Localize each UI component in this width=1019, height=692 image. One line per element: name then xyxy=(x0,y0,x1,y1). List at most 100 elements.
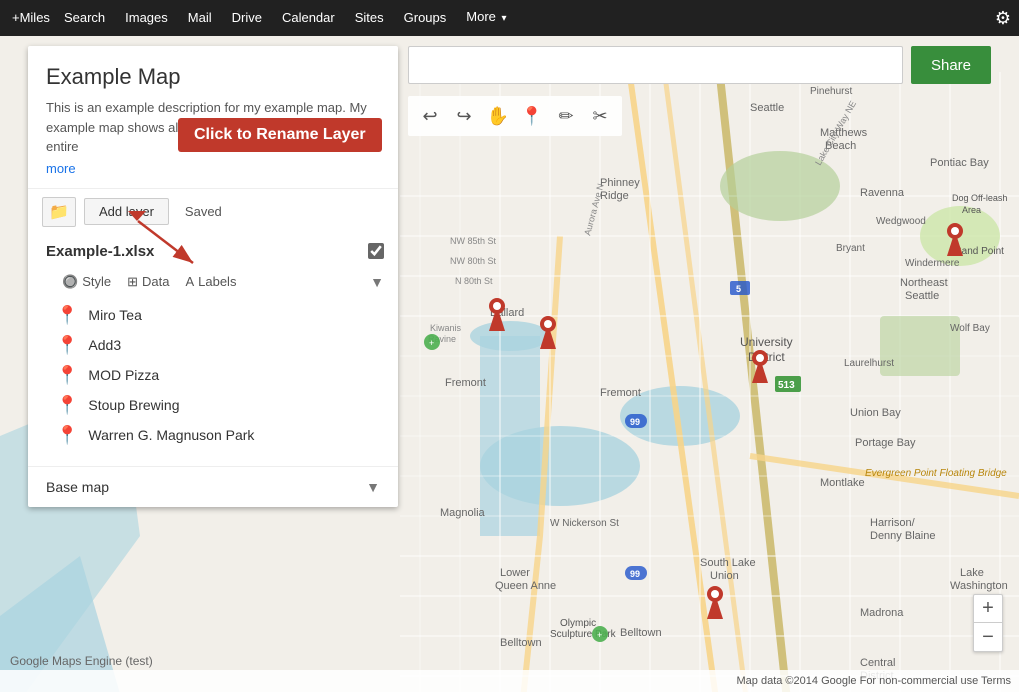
folder-icon: 📁 xyxy=(49,202,69,222)
svg-text:Madrona: Madrona xyxy=(860,607,904,619)
place-name: Stoup Brewing xyxy=(88,397,179,413)
svg-text:Ravenna: Ravenna xyxy=(860,187,905,199)
saved-status: Saved xyxy=(185,204,222,219)
nav-drive[interactable]: Drive xyxy=(222,0,272,36)
rename-tooltip: Click to Rename Layer xyxy=(178,118,382,152)
sidebar-panel: Example Map This is an example descripti… xyxy=(28,46,398,507)
svg-text:+: + xyxy=(429,338,434,348)
svg-text:Pontiac Bay: Pontiac Bay xyxy=(930,157,989,169)
search-input[interactable] xyxy=(408,46,903,84)
draw-tool-button[interactable]: ✏ xyxy=(550,100,582,132)
share-button[interactable]: Share xyxy=(911,46,991,84)
nav-images[interactable]: Images xyxy=(115,0,178,36)
svg-text:Queen Anne: Queen Anne xyxy=(495,580,556,592)
svg-text:Portage Bay: Portage Bay xyxy=(855,437,916,449)
svg-text:Phinney: Phinney xyxy=(600,177,640,189)
svg-text:99: 99 xyxy=(630,569,640,579)
layer-header: Example-1.xlsx Click to Rename Layer xyxy=(28,235,398,268)
bottom-bar: Map data ©2014 Google For non-commercial… xyxy=(0,670,1019,692)
nav-calendar[interactable]: Calendar xyxy=(272,0,345,36)
places-list: 📍 Miro Tea 📍 Add3 📍 MOD Pizza 📍 Stoup Br… xyxy=(28,296,398,454)
svg-text:Kiwanis: Kiwanis xyxy=(430,323,462,333)
svg-text:University: University xyxy=(740,335,793,349)
layer-checkbox[interactable] xyxy=(368,243,384,259)
svg-text:Dog Off-leash: Dog Off-leash xyxy=(952,193,1007,203)
svg-text:N 80th St: N 80th St xyxy=(455,276,493,286)
svg-text:Bryant: Bryant xyxy=(836,243,865,254)
pan-tool-button[interactable]: ✋ xyxy=(482,100,514,132)
layer-toolbar: 📁 Add layer Saved xyxy=(28,188,398,235)
svg-text:Denny Blaine: Denny Blaine xyxy=(870,530,935,542)
svg-text:Belltown: Belltown xyxy=(500,637,542,649)
arrow-pointer-svg xyxy=(138,221,198,271)
marker-tool-button[interactable]: 📍 xyxy=(516,100,548,132)
more-label: More xyxy=(466,9,496,24)
svg-text:513: 513 xyxy=(778,380,795,391)
zoom-in-button[interactable]: + xyxy=(974,595,1002,623)
pin-icon: 📍 xyxy=(56,426,78,444)
place-item-miro-tea[interactable]: 📍 Miro Tea xyxy=(56,300,398,330)
map-area: Ballard University District Phinney Ridg… xyxy=(0,36,1019,692)
nav-groups[interactable]: Groups xyxy=(394,0,457,36)
svg-text:Lower: Lower xyxy=(500,567,530,579)
style-icon: 🔘 xyxy=(62,274,78,290)
tab-labels[interactable]: A Labels xyxy=(179,272,242,291)
place-name: Add3 xyxy=(88,337,121,353)
nav-search[interactable]: Search xyxy=(54,0,115,36)
data-icon: ⊞ xyxy=(127,274,138,290)
svg-text:Pinehurst: Pinehurst xyxy=(810,86,852,97)
gear-icon[interactable]: ⚙ xyxy=(995,8,1011,29)
place-item-add3[interactable]: 📍 Add3 xyxy=(56,330,398,360)
svg-text:Ridge: Ridge xyxy=(600,190,629,202)
cut-tool-button[interactable]: ✂ xyxy=(584,100,616,132)
svg-text:Seattle: Seattle xyxy=(750,102,784,114)
place-item-stoup-brewing[interactable]: 📍 Stoup Brewing xyxy=(56,390,398,420)
svg-text:South Lake: South Lake xyxy=(700,557,756,569)
svg-text:Washington: Washington xyxy=(950,580,1008,592)
pin-icon: 📍 xyxy=(56,306,78,324)
place-item-warren-magnuson[interactable]: 📍 Warren G. Magnuson Park xyxy=(56,420,398,450)
nav-mail[interactable]: Mail xyxy=(178,0,222,36)
tab-data[interactable]: ⊞ Data xyxy=(121,272,175,292)
svg-text:Magnolia: Magnolia xyxy=(440,507,486,519)
nav-more[interactable]: More ▾ xyxy=(456,0,516,37)
search-share-bar: Share xyxy=(408,46,991,84)
tab-style[interactable]: 🔘 Style xyxy=(56,272,117,292)
layer-tabs: 🔘 Style ⊞ Data A Labels ▼ xyxy=(28,268,398,296)
svg-text:Wolf Bay: Wolf Bay xyxy=(950,323,990,334)
svg-text:Olympic: Olympic xyxy=(560,618,596,629)
nav-sites[interactable]: Sites xyxy=(345,0,394,36)
brand-plus[interactable]: +Miles xyxy=(8,0,54,36)
layer-name[interactable]: Example-1.xlsx xyxy=(46,243,368,260)
layer-options-dropdown[interactable]: ▼ xyxy=(370,274,384,290)
pin-icon: 📍 xyxy=(56,396,78,414)
more-link[interactable]: more xyxy=(46,161,76,176)
undo-button[interactable]: ↩ xyxy=(414,100,446,132)
folder-button[interactable]: 📁 xyxy=(42,197,76,227)
redo-button[interactable]: ↪ xyxy=(448,100,480,132)
place-name: Miro Tea xyxy=(88,307,141,323)
svg-text:Montlake: Montlake xyxy=(820,477,865,489)
svg-text:5: 5 xyxy=(736,284,741,294)
copyright-text: Map data ©2014 Google For non-commercial… xyxy=(737,675,1011,687)
tab-style-label: Style xyxy=(82,274,111,289)
zoom-out-button[interactable]: − xyxy=(974,623,1002,651)
svg-text:NW 80th St: NW 80th St xyxy=(450,256,497,266)
map-toolbar: ↩ ↪ ✋ 📍 ✏ ✂ xyxy=(408,96,622,136)
zoom-controls: + − xyxy=(973,594,1003,652)
base-map-section: Base map ▼ xyxy=(28,466,398,507)
svg-text:Fremont: Fremont xyxy=(445,377,486,389)
base-map-dropdown[interactable]: ▼ xyxy=(366,479,380,495)
svg-text:Harrison/: Harrison/ xyxy=(870,517,916,529)
svg-text:Union: Union xyxy=(710,570,739,582)
sidebar-header: Example Map This is an example descripti… xyxy=(28,46,398,188)
map-title: Example Map xyxy=(46,64,380,90)
watermark-text: Google Maps Engine (test) xyxy=(10,654,153,668)
base-map-label: Base map xyxy=(46,479,366,495)
place-item-mod-pizza[interactable]: 📍 MOD Pizza xyxy=(56,360,398,390)
pin-icon: 📍 xyxy=(56,336,78,354)
place-name: MOD Pizza xyxy=(88,367,159,383)
topbar: +Miles Search Images Mail Drive Calendar… xyxy=(0,0,1019,36)
svg-text:Laurelhurst: Laurelhurst xyxy=(844,358,894,369)
svg-text:+: + xyxy=(597,630,602,640)
